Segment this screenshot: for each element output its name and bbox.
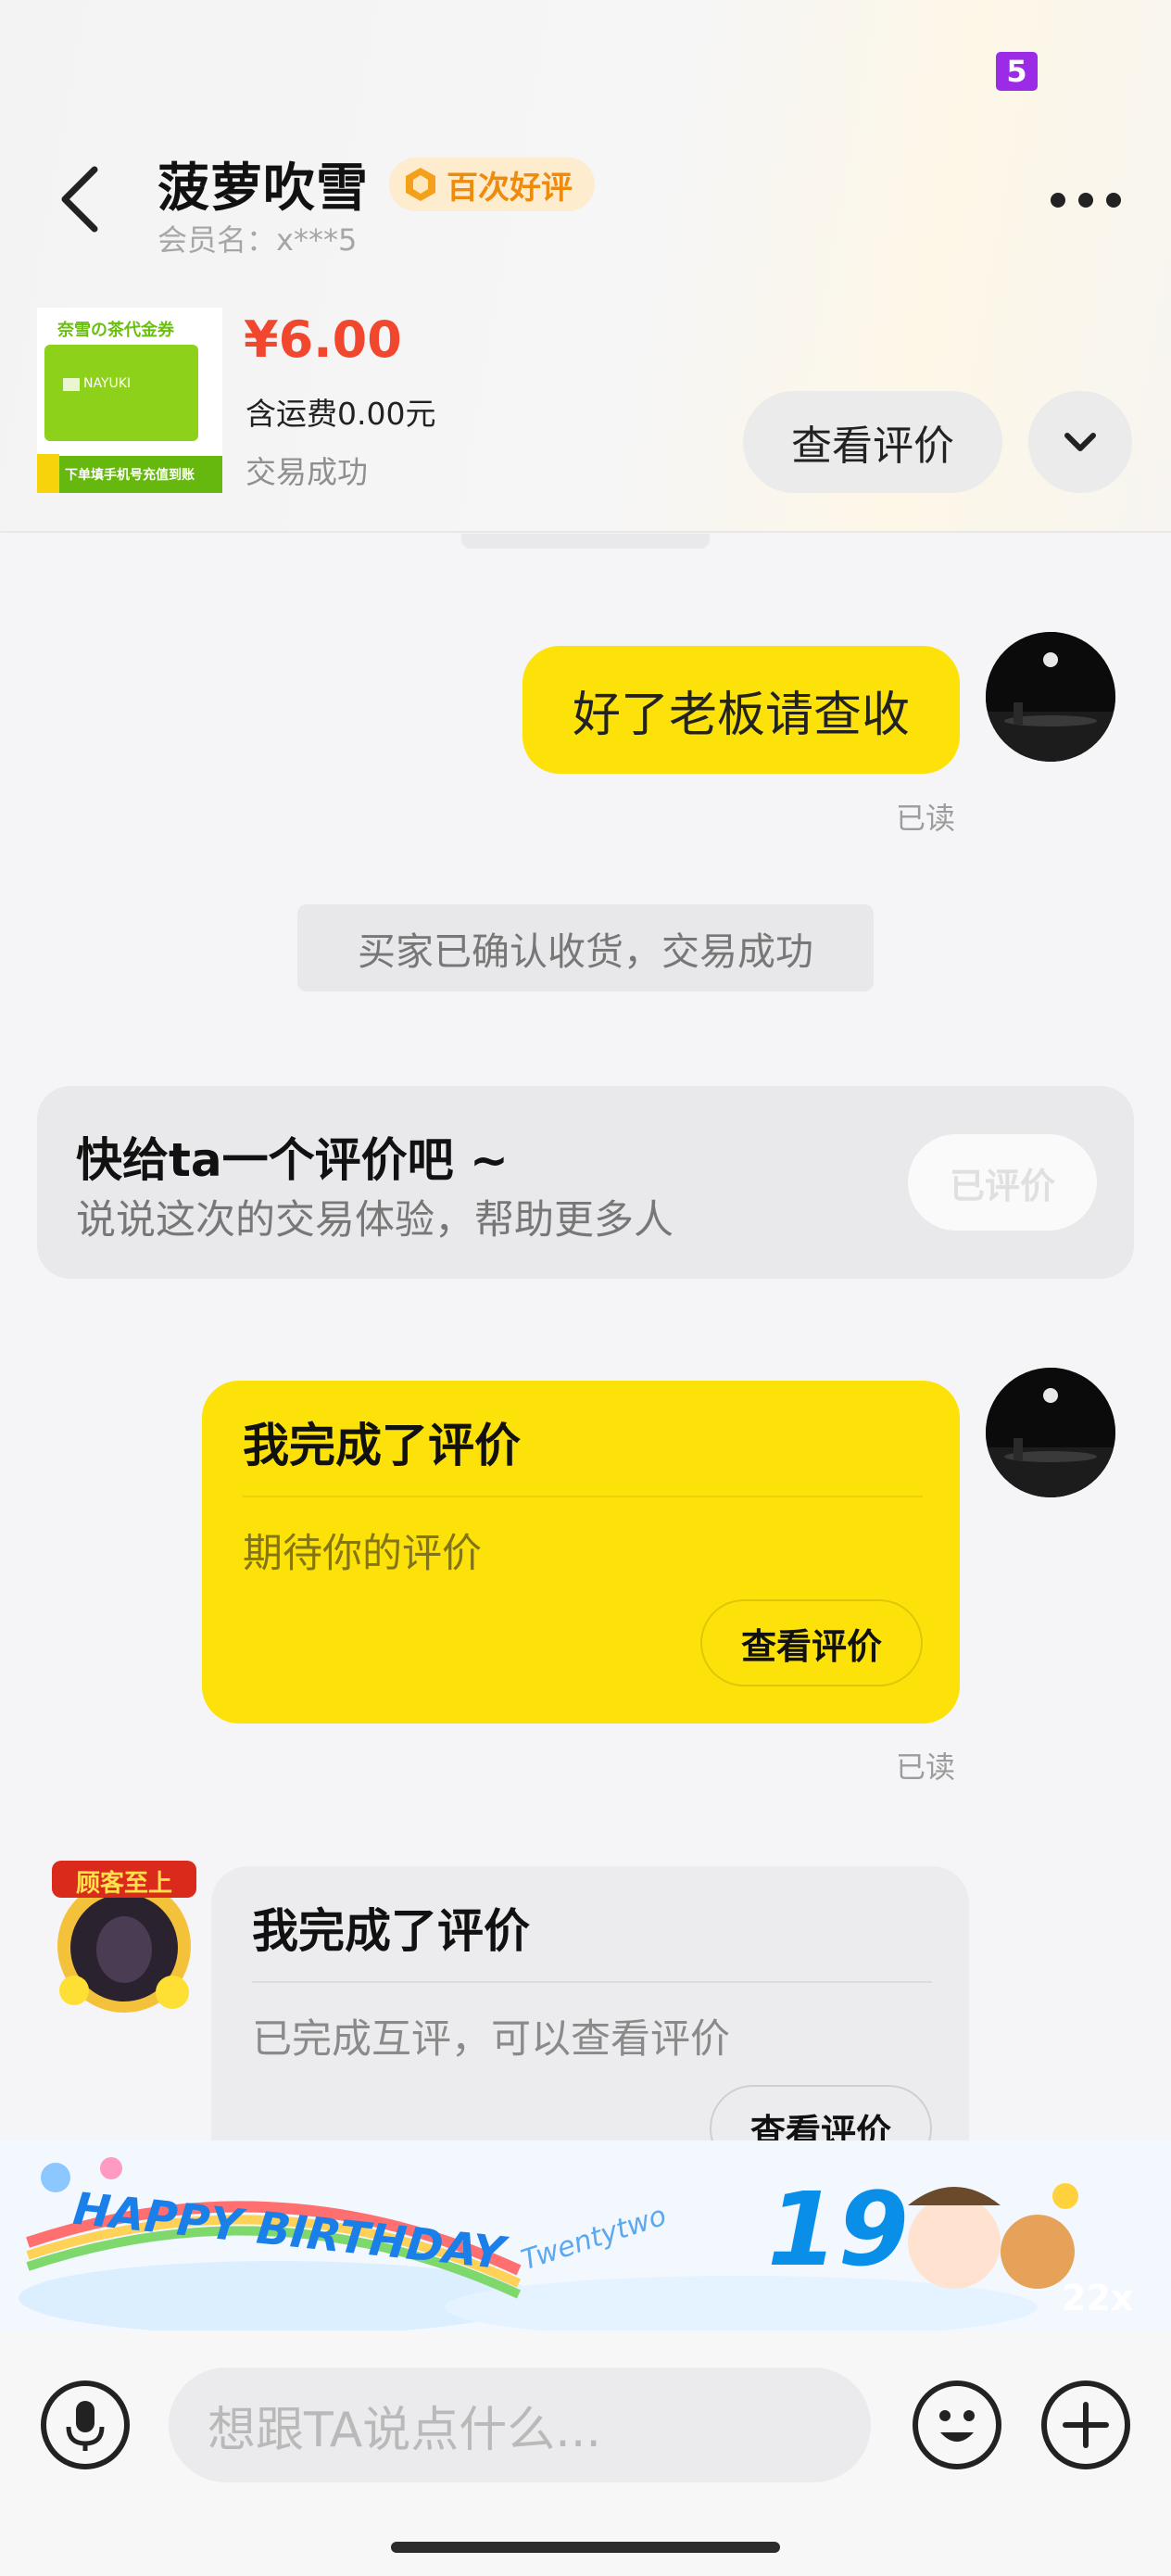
badge-label: 百次好评 xyxy=(447,169,573,207)
message-input[interactable]: 想跟TA说点什么... xyxy=(169,2368,871,2482)
message-bubble[interactable]: 好了老板请查收 xyxy=(523,646,960,774)
banner-tag: 22x xyxy=(1062,2278,1134,2318)
divider xyxy=(243,1496,923,1497)
view-review-button[interactable]: 查看评价 xyxy=(743,391,1002,493)
page-title: 菠萝吹雪 xyxy=(157,158,369,219)
product-price: ¥6.00 xyxy=(244,310,402,369)
message-input-bar: 想跟TA说点什么... xyxy=(0,2330,1171,2576)
read-receipt: 已读 xyxy=(896,1749,956,1785)
emoji-icon[interactable] xyxy=(911,2379,1003,2471)
product-thumbnail[interactable]: 奈雪の茶代金券 NAYUKI 下单填手机号充值到账 xyxy=(37,308,222,493)
member-name: 会员名：x***5 xyxy=(157,222,358,258)
avatar-moon-image xyxy=(986,1368,1115,1497)
chevron-down-icon xyxy=(1064,433,1096,451)
mic-icon[interactable] xyxy=(39,2379,132,2471)
back-icon[interactable] xyxy=(54,162,109,236)
rate-prompt-card: 快给ta一个评价吧 ~ 说说这次的交易体验，帮助更多人 已评价 xyxy=(37,1086,1134,1279)
my-avatar[interactable] xyxy=(986,632,1115,762)
review-card-title: 我完成了评价 xyxy=(252,1904,530,1958)
review-card-subtitle: 期待你的评价 xyxy=(243,1531,482,1577)
transaction-status: 交易成功 xyxy=(246,454,368,490)
rate-prompt-subtitle: 说说这次的交易体验，帮助更多人 xyxy=(76,1197,674,1244)
rated-button[interactable]: 已评价 xyxy=(908,1134,1097,1231)
system-message: 买家已确认收货，交易成功 xyxy=(297,904,874,991)
divider xyxy=(252,1981,932,1983)
review-done-card[interactable]: 我完成了评价 期待你的评价 查看评价 xyxy=(202,1381,960,1724)
plus-icon[interactable] xyxy=(1039,2379,1132,2471)
review-card-title: 我完成了评价 xyxy=(243,1419,521,1472)
product-thumb-brand: NAYUKI xyxy=(83,376,132,391)
home-indicator xyxy=(391,2542,780,2553)
badge-hexagon-icon xyxy=(406,168,435,201)
birthday-banner[interactable]: HAPPY BIRTHDAY Twentytwo 19 22x xyxy=(0,2140,1171,2330)
seller-avatar-caption: 顾客至上 xyxy=(75,1870,172,1898)
order-header: 5 菠萝吹雪 百次好评 会员名：x***5 奈雪の茶代金券 NAYUKI 下单填… xyxy=(0,0,1171,533)
read-receipt: 已读 xyxy=(896,801,956,836)
product-thumb-title: 奈雪の茶代金券 xyxy=(57,321,174,340)
review-card-subtitle: 已完成互评，可以查看评价 xyxy=(252,2016,730,2063)
good-review-badge: 百次好评 xyxy=(389,158,595,211)
banner-number: 19 xyxy=(767,2170,910,2289)
rate-prompt-title: 快给ta一个评价吧 ~ xyxy=(76,1133,509,1187)
my-avatar[interactable] xyxy=(986,1368,1115,1497)
product-thumb-footer: 下单填手机号充值到账 xyxy=(65,468,195,483)
status-notification-badge: 5 xyxy=(996,52,1038,91)
expand-button[interactable] xyxy=(1028,391,1132,493)
view-review-button[interactable]: 查看评价 xyxy=(700,1599,923,1686)
scroll-peek xyxy=(461,534,710,549)
avatar-moon-image xyxy=(986,632,1115,762)
more-icon[interactable] xyxy=(1049,182,1123,219)
shipping-fee: 含运费0.00元 xyxy=(246,396,436,432)
seller-avatar[interactable]: 顾客至上 xyxy=(43,1857,206,2020)
